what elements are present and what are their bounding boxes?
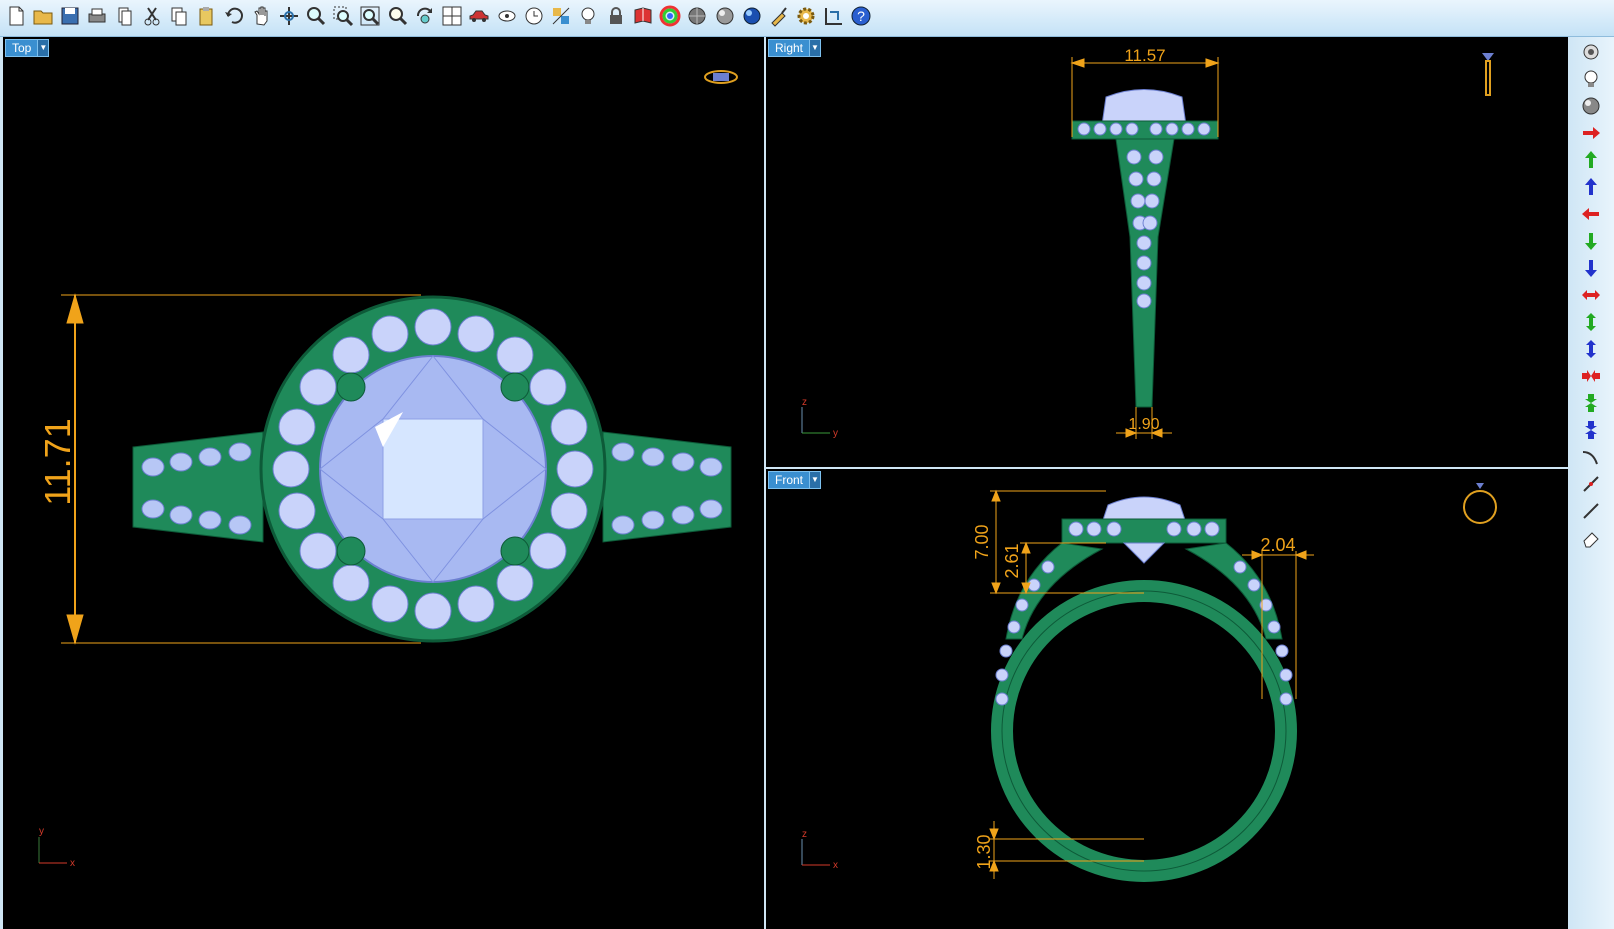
undo-icon[interactable] bbox=[222, 4, 246, 28]
sphere-icon[interactable] bbox=[1580, 95, 1602, 117]
svg-text:?: ? bbox=[857, 8, 865, 24]
display-mode-icon[interactable] bbox=[549, 4, 573, 28]
arrows-inward-green-icon[interactable] bbox=[1580, 392, 1602, 414]
blue-sphere-icon[interactable] bbox=[740, 4, 764, 28]
arrows-vertical-blue-icon[interactable] bbox=[1580, 338, 1602, 360]
dimension-right-bottom-value: 1.90 bbox=[1128, 416, 1159, 433]
paste-icon[interactable] bbox=[194, 4, 218, 28]
curve-icon[interactable] bbox=[1580, 446, 1602, 468]
arrows-horizontal-red-icon[interactable] bbox=[1580, 284, 1602, 306]
viewport-front[interactable]: Front ▼ 7.00 2.61 2.04 1.30 z x bbox=[766, 469, 1568, 929]
copy-icon[interactable] bbox=[167, 4, 191, 28]
axis-y-label: y bbox=[39, 826, 44, 837]
dimension-right-top-value: 11.57 bbox=[1124, 46, 1165, 65]
paint-icon[interactable] bbox=[767, 4, 791, 28]
ring-preview-icon bbox=[704, 70, 738, 84]
arrow-right-red-icon[interactable] bbox=[1580, 122, 1602, 144]
arrow-down-green-icon[interactable] bbox=[1580, 230, 1602, 252]
arrow-down-blue-icon[interactable] bbox=[1580, 257, 1602, 279]
light-bulb-icon[interactable] bbox=[1580, 68, 1602, 90]
dimension-top-value: 11.71 bbox=[37, 418, 78, 505]
top-view-drawing: 11.71 y x bbox=[37, 70, 738, 869]
axis-indicator-front bbox=[801, 839, 830, 866]
arrow-up-blue-icon[interactable] bbox=[1580, 176, 1602, 198]
center-stone-table bbox=[382, 418, 484, 520]
ring-side-icon bbox=[1482, 53, 1494, 96]
copy-document-icon[interactable] bbox=[113, 4, 137, 28]
viewport-right[interactable]: Right ▼ 11.57 1.90 z y bbox=[766, 37, 1568, 467]
car-icon[interactable] bbox=[467, 4, 491, 28]
help-icon[interactable]: ? bbox=[849, 4, 873, 28]
eraser-icon[interactable] bbox=[1580, 527, 1602, 549]
side-toolbar bbox=[1568, 37, 1614, 929]
rotate-view-icon[interactable] bbox=[277, 4, 301, 28]
axis-y-label: y bbox=[833, 428, 838, 439]
cut-icon[interactable] bbox=[140, 4, 164, 28]
ring-band bbox=[991, 580, 1297, 882]
slash-icon[interactable] bbox=[1580, 500, 1602, 522]
book-icon[interactable] bbox=[631, 4, 655, 28]
arrows-vertical-green-icon[interactable] bbox=[1580, 311, 1602, 333]
hide-icon[interactable] bbox=[495, 4, 519, 28]
axis-z-label: z bbox=[802, 829, 807, 840]
front-view-drawing: 7.00 2.61 2.04 1.30 z x bbox=[801, 483, 1497, 882]
color-wheel-icon[interactable] bbox=[658, 4, 682, 28]
dimension-front-shank: 2.04 bbox=[1260, 535, 1295, 555]
axis-z-label: z bbox=[802, 397, 807, 408]
rendered-sphere-icon[interactable] bbox=[713, 4, 737, 28]
arrows-inward-red-icon[interactable] bbox=[1580, 365, 1602, 387]
print-icon[interactable] bbox=[85, 4, 109, 28]
ring-front-icon bbox=[1463, 483, 1497, 524]
new-file-icon[interactable] bbox=[4, 4, 28, 28]
four-viewports-icon[interactable] bbox=[440, 4, 464, 28]
arrow-up-green-icon[interactable] bbox=[1580, 149, 1602, 171]
main-toolbar: ? bbox=[0, 0, 1614, 37]
lock-icon[interactable] bbox=[604, 4, 628, 28]
dimension-front-height: 7.00 bbox=[972, 524, 992, 559]
arrows-inward-blue-icon[interactable] bbox=[1580, 419, 1602, 441]
zoom-selected-icon[interactable] bbox=[386, 4, 410, 28]
open-folder-icon[interactable] bbox=[31, 4, 55, 28]
arrow-left-red-icon[interactable] bbox=[1580, 203, 1602, 225]
zoom-window-icon[interactable] bbox=[331, 4, 355, 28]
axis-x-label: x bbox=[833, 860, 838, 871]
camera-icon[interactable] bbox=[1580, 41, 1602, 63]
shaded-sphere-icon[interactable] bbox=[685, 4, 709, 28]
line-icon[interactable] bbox=[1580, 473, 1602, 495]
axis-indicator-right bbox=[801, 407, 830, 434]
rotate-icon[interactable] bbox=[413, 4, 437, 28]
dimension-front-head: 2.61 bbox=[1002, 543, 1022, 578]
zoom-extents-icon[interactable] bbox=[358, 4, 382, 28]
axis-x-label: x bbox=[70, 858, 75, 869]
dimension-icon[interactable] bbox=[822, 4, 846, 28]
dimension-front-band: 1.30 bbox=[974, 834, 994, 869]
clock-icon[interactable] bbox=[522, 4, 546, 28]
settings-icon[interactable] bbox=[794, 4, 818, 28]
save-icon[interactable] bbox=[58, 4, 82, 28]
right-view-drawing: 11.57 1.90 z y bbox=[801, 46, 1494, 439]
viewport-top[interactable]: Top ▼ 11.71 y x bbox=[3, 37, 764, 929]
axis-indicator-top bbox=[38, 837, 67, 864]
light-bulb-icon[interactable] bbox=[576, 4, 600, 28]
pan-hand-icon[interactable] bbox=[249, 4, 273, 28]
zoom-icon[interactable] bbox=[304, 4, 328, 28]
